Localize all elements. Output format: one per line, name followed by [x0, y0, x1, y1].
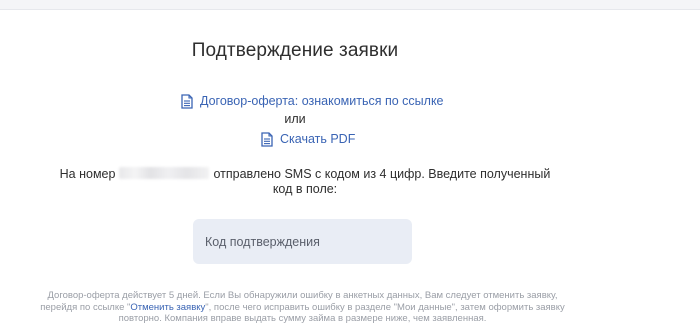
page-title: Подтверждение заявки	[191, 40, 399, 61]
cancel-application-link[interactable]: Отменить заявку	[130, 302, 205, 313]
sms-suffix: отправлено SMS с кодом из 4 цифр. Введит…	[213, 167, 551, 196]
document-icon	[261, 131, 273, 147]
sms-instructions: На номер отправлено SMS с кодом из 4 цифр…	[50, 167, 560, 197]
confirmation-page: Подтверждение заявки Договор-оферта: озн…	[0, 0, 700, 326]
top-bar	[0, 0, 700, 10]
or-label: или	[284, 112, 306, 126]
download-pdf-link[interactable]: Скачать PDF	[280, 132, 355, 146]
pdf-link-row[interactable]: Скачать PDF	[261, 130, 355, 148]
document-icon	[181, 93, 193, 109]
offer-link-row[interactable]: Договор-оферта: ознакомиться по ссылке	[181, 92, 444, 110]
sms-prefix: На номер	[59, 167, 116, 181]
offer-footnote: Договор-оферта действует 5 дней. Если Вы…	[40, 290, 565, 325]
offer-link[interactable]: Договор-оферта: ознакомиться по ссылке	[200, 94, 444, 108]
confirmation-code-input[interactable]	[193, 219, 412, 264]
masked-phone-number	[119, 167, 210, 179]
